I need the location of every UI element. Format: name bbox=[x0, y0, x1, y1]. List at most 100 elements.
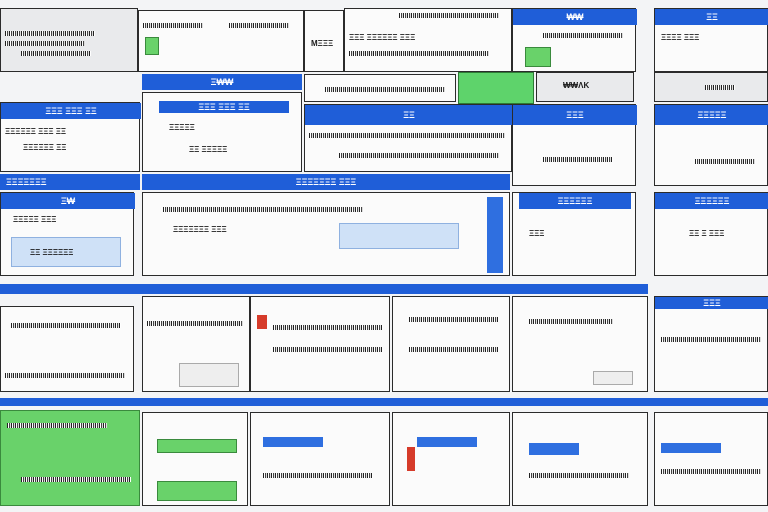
top-right-b: ΞΞ ΞΞΞΞ ΞΞΞ bbox=[654, 8, 768, 72]
bottom-panel-1 bbox=[0, 410, 140, 506]
text-line bbox=[409, 347, 499, 352]
center-panel-2: ΞΞ bbox=[304, 104, 513, 172]
bottom-panel-5 bbox=[512, 412, 648, 506]
tab-b-label: ΞΞΞΞ ΞΞΞ bbox=[661, 33, 700, 42]
lower-panel-4 bbox=[392, 296, 510, 392]
row2-header-1[interactable]: Ξ₩₩ bbox=[142, 74, 302, 90]
text-line bbox=[229, 23, 289, 28]
center-label-2: ΞΞ ΞΞΞΞΞ bbox=[189, 145, 228, 154]
bottom-blue-bar bbox=[417, 437, 477, 447]
text-line bbox=[143, 23, 203, 28]
separator-bar bbox=[0, 284, 648, 294]
center-label-1: ΞΞΞΞΞ bbox=[169, 123, 195, 132]
bottom-green-bar bbox=[157, 481, 237, 501]
tab-a[interactable]: ₩₩ bbox=[513, 9, 637, 25]
center-panel-1: ΞΞΞ ΞΞΞ ΞΞ ΞΞΞΞΞ ΞΞ ΞΞΞΞΞ bbox=[142, 92, 302, 172]
text-line bbox=[529, 473, 629, 478]
left-header-3[interactable]: Ξ₩ bbox=[1, 193, 135, 209]
right-header-4[interactable]: ΞΞΞΞΞΞ bbox=[655, 193, 768, 209]
thumbnail[interactable] bbox=[593, 371, 633, 385]
separator-bar-2 bbox=[0, 398, 768, 406]
lower-panel-5 bbox=[512, 296, 648, 392]
left-header-2[interactable]: ΞΞΞΞΞΞΞ bbox=[0, 174, 140, 190]
right-header-1[interactable]: ΞΞΞ bbox=[513, 105, 637, 125]
bottom-panel-2 bbox=[142, 412, 248, 506]
status-indicator bbox=[145, 37, 159, 55]
right-panel-2: ΞΞΞΞΞ bbox=[654, 104, 768, 186]
lower-panel-6: ΞΞΞ bbox=[654, 296, 768, 392]
text-line bbox=[5, 31, 95, 36]
text-line bbox=[543, 33, 623, 38]
bottom-blue-bar bbox=[661, 443, 721, 453]
text-line bbox=[7, 423, 107, 428]
center-chart-panel: ΞΞΞΞΞΞΞ ΞΞΞ bbox=[142, 192, 510, 276]
mid-code: ΜΞΞΞ bbox=[311, 39, 334, 48]
left-input-box[interactable]: ΞΞ ΞΞΞΞΞΞ bbox=[11, 237, 121, 267]
status-indicator bbox=[525, 47, 551, 67]
bottom-blue-bar bbox=[263, 437, 323, 447]
text-line bbox=[11, 323, 121, 328]
text-line bbox=[5, 373, 125, 378]
text-line bbox=[163, 207, 363, 212]
bottom-panel-3 bbox=[250, 412, 390, 506]
text-line bbox=[325, 87, 445, 92]
center-header-1[interactable]: ΞΞΞ ΞΞΞ ΞΞ bbox=[159, 101, 289, 113]
left-label-2: ΞΞΞΞΞΞ ΞΞ bbox=[23, 143, 67, 152]
bottom-blue-bar bbox=[529, 443, 579, 455]
chart-area bbox=[339, 223, 459, 249]
text-line bbox=[273, 347, 383, 352]
thumbnail[interactable] bbox=[179, 363, 239, 387]
text-line bbox=[661, 337, 761, 342]
right-panel-3: ΞΞΞΞΞΞ ΞΞΞ bbox=[512, 192, 636, 276]
text-line bbox=[263, 473, 373, 478]
text-line bbox=[409, 317, 499, 322]
left-header-1[interactable]: ΞΞΞ ΞΞΞ ΞΞ bbox=[1, 103, 141, 119]
left-panel-2: Ξ₩ ΞΞΞΞΞ ΞΞΞ ΞΞ ΞΞΞΞΞΞ bbox=[0, 192, 135, 276]
toolbar-panel: ΞΞΞ ΞΞΞΞΞΞ ΞΞΞ bbox=[344, 8, 512, 72]
center-wide-header[interactable]: ΞΞΞΞΞΞΞ ΞΞΞ bbox=[142, 174, 510, 190]
text-line bbox=[273, 325, 383, 330]
top-left-panel bbox=[0, 8, 138, 72]
toolbar-text: ΞΞΞ ΞΞΞΞΞΞ ΞΞΞ bbox=[349, 33, 416, 42]
lower-header-6[interactable]: ΞΞΞ bbox=[655, 297, 768, 309]
bottom-green-bar bbox=[157, 439, 237, 453]
lower-panel-1 bbox=[0, 306, 134, 392]
lower-panel-3 bbox=[250, 296, 390, 392]
right-label-3: ΞΞΞ bbox=[529, 229, 545, 238]
top-center-panel bbox=[138, 10, 304, 72]
text-line bbox=[5, 41, 85, 46]
text-line bbox=[543, 157, 613, 162]
right-header-2[interactable]: ΞΞΞΞΞ bbox=[655, 105, 768, 125]
text-line bbox=[309, 133, 505, 138]
text-line bbox=[661, 469, 761, 474]
tab-b[interactable]: ΞΞ bbox=[655, 9, 768, 25]
bottom-panel-4 bbox=[392, 412, 510, 506]
text-line bbox=[339, 153, 499, 158]
alert-marker bbox=[257, 315, 267, 329]
left-label-3: ΞΞΞΞΞ ΞΞΞ bbox=[13, 215, 57, 224]
text-line bbox=[705, 85, 735, 90]
text-line bbox=[399, 13, 499, 18]
scroll-bar[interactable] bbox=[487, 197, 503, 273]
left-panel-1: ΞΞΞ ΞΞΞ ΞΞ ΞΞΞΞΞΞ ΞΞΞ ΞΞ ΞΞΞΞΞΞ ΞΞ bbox=[0, 102, 141, 172]
green-action-button[interactable] bbox=[458, 72, 534, 104]
text-line bbox=[529, 319, 613, 324]
row2-right-a: ₩₩ΛΚ bbox=[536, 72, 634, 102]
text-line bbox=[695, 159, 755, 164]
right-header-3[interactable]: ΞΞΞΞΞΞ bbox=[519, 193, 631, 209]
center-header-2[interactable]: ΞΞ bbox=[305, 105, 513, 125]
top-right-a: ₩₩ bbox=[512, 8, 637, 72]
left-label-1: ΞΞΞΞΞΞ ΞΞΞ ΞΞ bbox=[5, 127, 67, 136]
text-line bbox=[21, 51, 91, 56]
right-panel-1: ΞΞΞ bbox=[512, 104, 637, 186]
lower-panel-2 bbox=[142, 296, 250, 392]
center-chart-label: ΞΞΞΞΞΞΞ ΞΞΞ bbox=[173, 225, 227, 234]
right-panel-4: ΞΞΞΞΞΞ ΞΞ Ξ ΞΞΞ bbox=[654, 192, 768, 276]
text-line bbox=[21, 477, 131, 482]
alert-marker bbox=[407, 447, 415, 471]
text-line bbox=[147, 321, 243, 326]
row2-center bbox=[304, 74, 456, 102]
left-input-text: ΞΞ ΞΞΞΞΞΞ bbox=[30, 248, 74, 257]
right-label-4: ΞΞ Ξ ΞΞΞ bbox=[689, 229, 725, 238]
top-mid-panel: ΜΞΞΞ bbox=[304, 10, 344, 72]
